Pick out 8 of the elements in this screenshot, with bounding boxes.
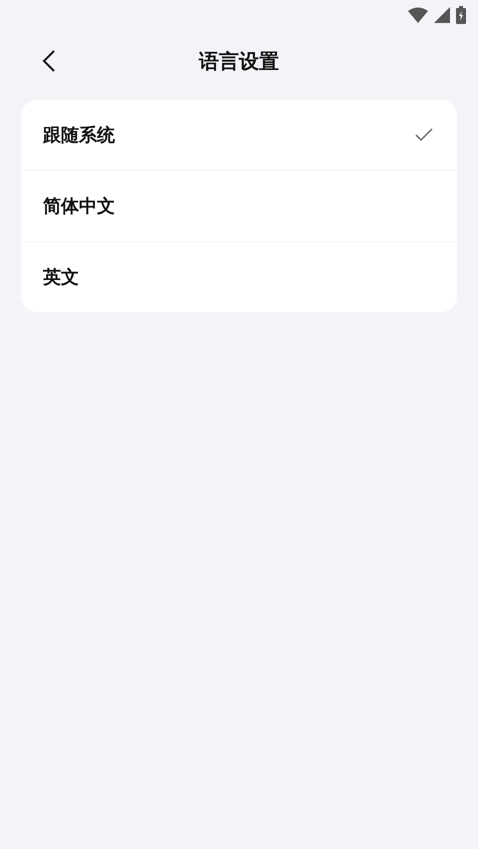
page-title: 语言设置 (199, 48, 279, 74)
language-option[interactable]: 跟随系统 (43, 123, 115, 147)
check-icon (415, 128, 433, 142)
language-option[interactable]: 简体中文 (43, 194, 115, 218)
wifi-icon (408, 7, 428, 23)
language-option[interactable]: 英文 (43, 265, 79, 289)
battery-icon (456, 6, 466, 24)
signal-icon (434, 7, 450, 23)
